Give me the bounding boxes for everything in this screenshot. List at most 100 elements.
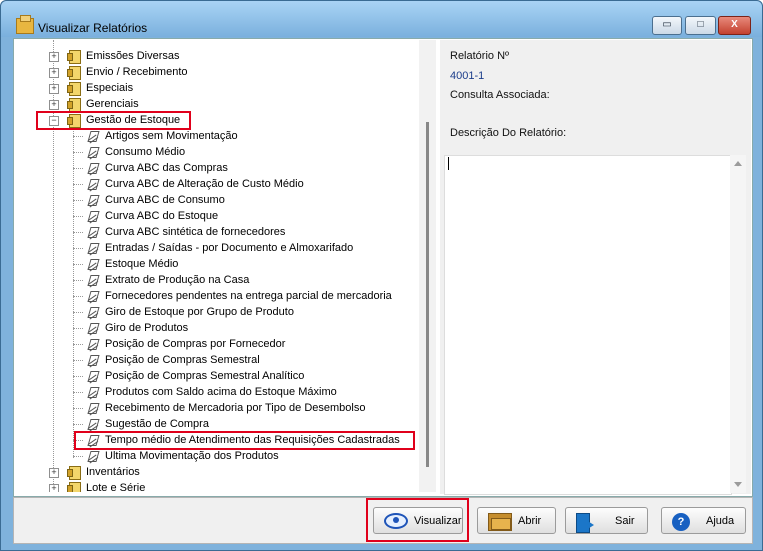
report-icon	[87, 242, 99, 254]
title-bar: Visualizar Relatórios ▭ □ X	[1, 1, 762, 37]
tree-line	[73, 312, 83, 313]
tree-line	[73, 248, 83, 249]
tree-line	[73, 296, 83, 297]
tree-line	[73, 328, 83, 329]
tree-item-label: Fornecedores pendentes na entrega parcia…	[105, 290, 392, 302]
expand-icon[interactable]: +	[49, 100, 59, 110]
report-icon	[87, 306, 99, 318]
report-icon	[87, 386, 99, 398]
tree-scrollbar[interactable]	[419, 40, 436, 492]
report-icon	[87, 322, 99, 334]
view-button-highlight	[366, 498, 469, 542]
tree-item-label: Envio / Recebimento	[86, 66, 188, 78]
tree-line	[73, 424, 83, 425]
expand-icon[interactable]: +	[49, 468, 59, 478]
report-icon	[87, 178, 99, 190]
report-number-label: Relatório Nº	[450, 50, 510, 62]
tree-item-label: Inventários	[86, 466, 140, 478]
selection-highlight-folder	[36, 111, 191, 130]
report-icon	[87, 354, 99, 366]
report-tree[interactable]: + Emissões Diversas + Envio / Recebiment…	[15, 40, 419, 492]
minimize-button[interactable]: ▭	[652, 16, 682, 35]
tree-item-label: Curva ABC sintética de fornecedores	[105, 226, 286, 238]
expand-icon[interactable]: +	[49, 68, 59, 78]
tree-line	[73, 152, 83, 153]
report-icon	[87, 210, 99, 222]
tree-item-label: Entradas / Saídas - por Documento e Almo…	[105, 242, 354, 254]
tree-line	[73, 360, 83, 361]
help-button-label: Ajuda	[706, 515, 735, 527]
tree-item-label: Curva ABC do Estoque	[105, 210, 219, 222]
tree-line	[73, 264, 83, 265]
open-folder-icon	[488, 513, 512, 531]
report-number-value: 4001-1	[450, 70, 485, 82]
text-cursor	[448, 157, 449, 170]
tree-item-label: Consumo Médio	[105, 146, 186, 158]
window-title: Visualizar Relatórios	[38, 21, 148, 35]
tree-item-label: Emissões Diversas	[86, 50, 180, 62]
expand-icon[interactable]: +	[49, 84, 59, 94]
expand-icon[interactable]: +	[49, 52, 59, 62]
report-description-textarea[interactable]	[444, 155, 732, 495]
tree-line	[73, 168, 83, 169]
folder-app-icon	[16, 15, 34, 34]
tree-line	[73, 216, 83, 217]
open-button-label: Abrir	[518, 515, 542, 527]
folder-icon	[67, 466, 81, 480]
tree-item-label: Artigos sem Movimentação	[105, 130, 238, 142]
report-icon	[87, 226, 99, 238]
description-scrollbar[interactable]	[730, 155, 746, 493]
exit-button[interactable]: Sair	[565, 507, 648, 534]
tree-scroll-thumb[interactable]	[426, 122, 429, 467]
tree-item-label: Curva ABC de Consumo	[105, 194, 225, 206]
tree-item-label: Giro de Produtos	[105, 322, 189, 334]
report-icon	[87, 418, 99, 430]
folder-icon	[67, 98, 81, 112]
tree-item-label: Sugestão de Compra	[105, 418, 209, 430]
folder-icon	[67, 82, 81, 96]
tree-line	[73, 184, 83, 185]
tree-item-label: Estoque Médio	[105, 258, 179, 270]
report-icon	[87, 290, 99, 302]
report-icon	[87, 130, 99, 142]
tree-line	[73, 344, 83, 345]
tree-item-label: Curva ABC das Compras	[105, 162, 228, 174]
tree-item-label: Curva ABC de Alteração de Custo Médio	[105, 178, 304, 190]
tree-line	[73, 232, 83, 233]
report-icon	[87, 402, 99, 414]
tree-line	[73, 280, 83, 281]
maximize-button[interactable]: □	[685, 16, 716, 35]
tree-line	[73, 200, 83, 201]
scroll-up-arrow-icon[interactable]	[734, 161, 742, 166]
scroll-down-arrow-icon[interactable]	[734, 482, 742, 487]
folder-icon	[67, 482, 81, 492]
report-icon	[87, 146, 99, 158]
exit-door-icon	[576, 513, 594, 533]
exit-button-label: Sair	[615, 515, 635, 527]
tree-item-label: Gerenciais	[86, 98, 139, 110]
tree-line	[73, 408, 83, 409]
report-icon	[87, 194, 99, 206]
tree-item-label: Posição de Compras Semestral Analítico	[105, 370, 305, 382]
tree-item-label: Extrato de Produção na Casa	[105, 274, 250, 286]
help-button[interactable]: ? Ajuda	[661, 507, 746, 534]
tree-line	[73, 136, 83, 137]
report-icon	[87, 274, 99, 286]
tree-line	[73, 392, 83, 393]
tree-item-label: Posição de Compras Semestral	[105, 354, 260, 366]
tree-item-label: Ultima Movimentação dos Produtos	[105, 450, 279, 462]
expand-icon[interactable]: +	[49, 484, 59, 492]
close-button[interactable]: X	[718, 16, 751, 35]
selection-highlight-report	[74, 431, 415, 450]
tree-item-label: Especiais	[86, 82, 134, 94]
description-label: Descrição Do Relatório:	[450, 127, 567, 139]
query-label: Consulta Associada:	[450, 89, 550, 101]
tree-line	[73, 376, 83, 377]
tree-item-label: Giro de Estoque por Grupo de Produto	[105, 306, 294, 318]
help-icon: ?	[672, 513, 690, 531]
tree-item-label: Recebimento de Mercadoria por Tipo de De…	[105, 402, 366, 414]
tree-line	[73, 456, 83, 457]
open-button[interactable]: Abrir	[477, 507, 556, 534]
report-icon	[87, 338, 99, 350]
tree-item-label: Lote e Série	[86, 482, 146, 492]
